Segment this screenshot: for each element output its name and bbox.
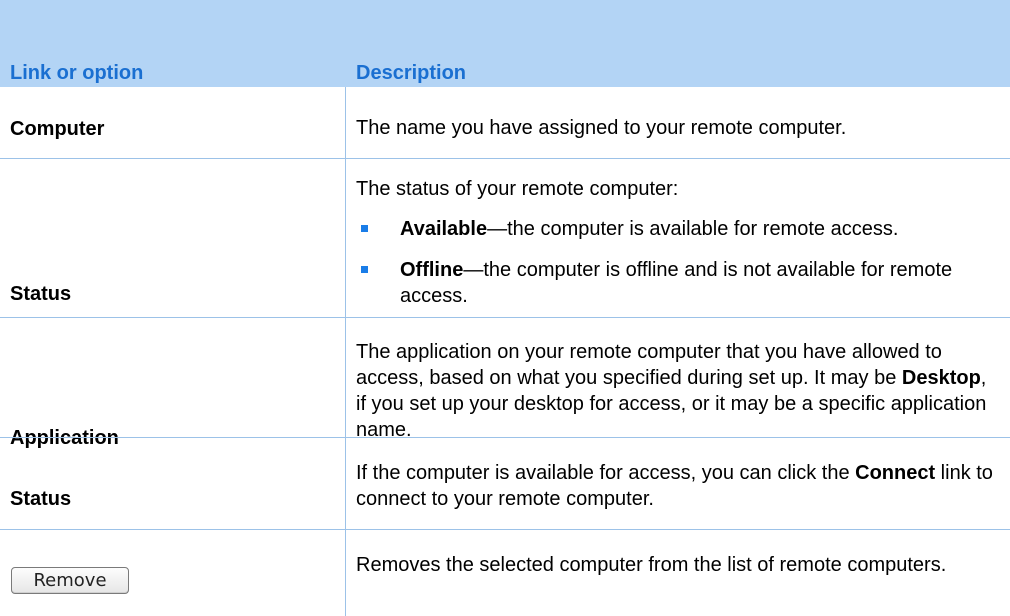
row-separator [0, 529, 1010, 530]
row-label-application: Application [10, 427, 119, 449]
row-desc-application: The application on your remote computer … [356, 339, 1001, 443]
table-header [0, 0, 1010, 87]
connect-desc-text: If the computer is available for access,… [356, 462, 856, 484]
row-label-status: Status [10, 283, 72, 305]
bullet-text-available: —the computer is available for remote ac… [487, 218, 899, 240]
row-separator [0, 158, 1010, 159]
row-desc-remove: Removes the selected computer from the l… [356, 554, 947, 576]
status-intro: The status of your remote computer: [356, 178, 679, 200]
header-description: Description [356, 62, 467, 84]
row-separator [0, 437, 1010, 438]
row-desc-connect: If the computer is available for access,… [356, 460, 1001, 512]
bullet-term-available: Available [400, 218, 488, 240]
list-item: Available—the computer is available for … [356, 216, 1001, 242]
bullet-icon [361, 266, 368, 273]
row-label-status-connect: Status [10, 488, 72, 510]
remove-button[interactable]: Remove [11, 567, 129, 594]
bullet-text-offline: —the computer is offline and is not avai… [400, 259, 953, 307]
column-divider [345, 87, 346, 616]
row-separator [0, 317, 1010, 318]
application-desc-desktop: Desktop [901, 367, 981, 389]
row-desc-computer: The name you have assigned to your remot… [356, 117, 847, 139]
options-table: Link or option Description Computer The … [0, 0, 1010, 616]
row-desc-status: The status of your remote computer: Avai… [356, 176, 1001, 309]
connect-desc-link: Connect [855, 462, 936, 484]
bullet-icon [361, 225, 368, 232]
list-item: Offline—the computer is offline and is n… [356, 257, 1001, 309]
bullet-term-offline: Offline [400, 259, 464, 281]
status-bullet-list: Available—the computer is available for … [356, 216, 1001, 309]
application-desc-text: The application on your remote computer … [356, 341, 942, 389]
row-label-computer: Computer [10, 118, 105, 140]
header-link-or-option: Link or option [10, 62, 144, 84]
